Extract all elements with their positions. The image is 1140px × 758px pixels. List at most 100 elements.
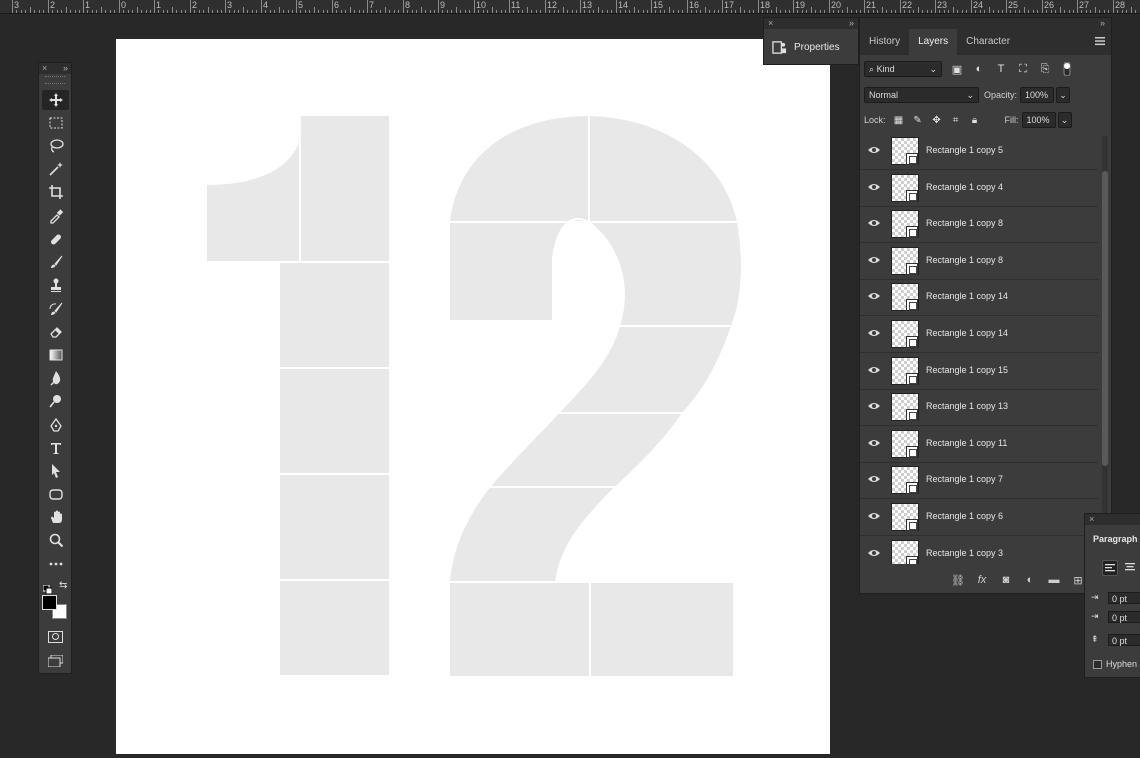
visibility-eye-icon[interactable] [867,255,881,265]
gradient-tool[interactable] [42,345,69,365]
tab-history[interactable]: History [860,29,909,55]
paragraph-panel-title[interactable]: Paragraph [1093,534,1138,544]
lock-artboard-icon[interactable]: ⌗ [950,114,962,126]
layer-list-scrollbar[interactable] [1102,136,1108,564]
space-before-input[interactable]: 0 pt [1108,634,1140,646]
indent-first-line-input[interactable]: 0 pt [1108,611,1140,623]
layer-name[interactable]: Rectangle 1 copy 15 [926,365,1008,375]
filter-smart-object-icon[interactable]: ⎘ [1038,62,1052,76]
layer-row[interactable]: Rectangle 1 copy 13 [860,390,1098,427]
layer-name[interactable]: Rectangle 1 copy 14 [926,291,1008,301]
layer-name[interactable]: Rectangle 1 copy 8 [926,218,1003,228]
tab-character[interactable]: Character [957,29,1019,55]
visibility-eye-icon[interactable] [867,401,881,411]
panel-menu-icon[interactable] [1095,36,1105,46]
align-center-button[interactable] [1123,560,1139,576]
layer-row[interactable]: Rectangle 1 copy 14 [860,280,1098,317]
layer-name[interactable]: Rectangle 1 copy 11 [926,438,1007,448]
blend-mode-select[interactable]: Normal ⌄ [864,87,979,103]
align-left-button[interactable] [1102,560,1118,576]
new-layer-icon[interactable]: ⊞ [1071,574,1085,587]
visibility-eye-icon[interactable] [867,328,881,338]
layer-row[interactable]: Rectangle 1 copy 11 [860,426,1098,463]
clone-stamp-tool[interactable] [42,275,69,295]
close-icon[interactable]: × [1089,514,1094,524]
fill-dropdown[interactable]: ⌄ [1057,112,1072,128]
filter-kind-select[interactable]: ⌕ Kind ⌄ [864,61,942,77]
properties-button[interactable]: Properties [772,40,840,55]
layer-row[interactable]: Rectangle 1 copy 15 [860,353,1098,390]
filter-pixel-icon[interactable]: ▣ [950,62,964,76]
layer-name[interactable]: Rectangle 1 copy 4 [926,182,1003,192]
folder-icon[interactable]: ▬ [1047,574,1061,586]
filter-type-icon[interactable]: T [994,62,1008,76]
quick-mask-icon[interactable] [48,631,63,643]
layer-name[interactable]: Rectangle 1 copy 7 [926,474,1003,484]
close-icon[interactable]: × [768,18,773,29]
opacity-dropdown[interactable]: ⌄ [1056,87,1071,103]
layer-name[interactable]: Rectangle 1 copy 3 [926,548,1003,558]
tab-layers[interactable]: Layers [909,29,958,55]
fx-icon[interactable]: fx [975,574,989,586]
hyphenate-option[interactable]: Hyphen [1093,659,1137,669]
default-colors-icon[interactable] [42,581,53,595]
lasso-tool[interactable] [42,136,69,156]
hyphenate-checkbox[interactable] [1093,659,1102,669]
layer-row[interactable]: Rectangle 1 copy 8 [860,243,1098,280]
magic-wand-tool[interactable] [42,159,69,179]
swap-colors-icon[interactable]: ⇆ [59,580,67,591]
collapse-icon[interactable]: » [63,63,68,74]
layer-row[interactable]: Rectangle 1 copy 5 [860,134,1098,170]
visibility-eye-icon[interactable] [867,511,881,521]
lock-position-icon[interactable]: ✥ [931,114,943,126]
layer-name[interactable]: Rectangle 1 copy 8 [926,255,1003,265]
fill-input[interactable]: 100% [1021,112,1056,128]
document-canvas[interactable] [116,39,830,754]
marquee-tool[interactable] [42,113,69,133]
filter-toggle-icon[interactable] [1060,62,1074,76]
path-selection-tool[interactable] [42,461,69,481]
layer-name[interactable]: Rectangle 1 copy 6 [926,511,1003,521]
opacity-input[interactable]: 100% [1020,87,1055,103]
healing-brush-tool[interactable] [42,229,69,249]
shape-tool[interactable] [42,484,69,504]
eyedropper-tool[interactable] [42,206,69,226]
layer-name[interactable]: Rectangle 1 copy 14 [926,328,1008,338]
more-tools[interactable] [42,554,69,574]
adjustment-icon[interactable]: ◐ [1023,574,1037,586]
eraser-tool[interactable] [42,322,69,342]
link-icon[interactable]: ⛓ [951,574,965,587]
filter-adjustment-icon[interactable]: ◐ [972,62,986,76]
lock-all-icon[interactable]: 🔒︎ [969,114,981,126]
mask-icon[interactable]: ◙ [999,574,1013,586]
lock-transparent-icon[interactable]: ▦ [893,114,905,126]
panel-grip[interactable] [45,76,65,84]
indent-left-input[interactable]: 0 pt [1108,592,1140,604]
brush-tool[interactable] [42,252,69,272]
scrollbar-thumb[interactable] [1102,171,1108,466]
visibility-eye-icon[interactable] [867,365,881,375]
blur-tool[interactable] [42,368,69,388]
zoom-tool[interactable] [42,530,69,550]
type-tool[interactable] [42,438,69,458]
visibility-eye-icon[interactable] [867,291,881,301]
layer-name[interactable]: Rectangle 1 copy 5 [926,145,1003,155]
close-icon[interactable]: × [42,63,47,74]
visibility-eye-icon[interactable] [867,182,881,192]
lock-image-icon[interactable]: ✎ [912,114,924,126]
history-brush-tool[interactable] [42,299,69,319]
visibility-eye-icon[interactable] [867,474,881,484]
collapse-icon[interactable]: » [849,18,854,29]
layer-row[interactable]: Rectangle 1 copy 8 [860,207,1098,244]
layer-row[interactable]: Rectangle 1 copy 4 [860,170,1098,207]
layer-row[interactable]: Rectangle 1 copy 7 [860,463,1098,500]
visibility-eye-icon[interactable] [867,548,881,558]
collapse-icon[interactable]: » [1100,18,1105,28]
layer-row[interactable]: Rectangle 1 copy 14 [860,317,1098,353]
foreground-color-swatch[interactable] [42,595,57,610]
hand-tool[interactable] [42,507,69,527]
visibility-eye-icon[interactable] [867,145,881,155]
screen-mode-icon[interactable] [47,654,64,668]
pen-tool[interactable] [42,415,69,435]
filter-shape-icon[interactable]: ⛶ [1016,62,1030,76]
